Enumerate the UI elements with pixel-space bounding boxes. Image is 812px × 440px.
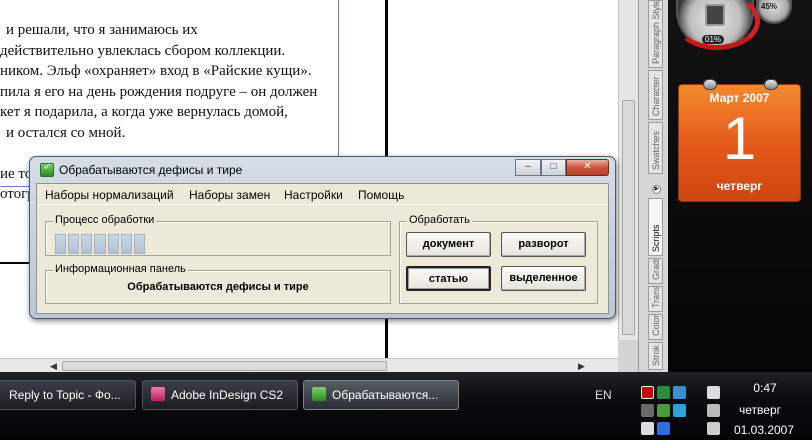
menu-settings[interactable]: Настройки xyxy=(284,188,343,202)
info-status-text: Обрабатываются дефисы и тире xyxy=(127,281,309,293)
tab-swatches[interactable]: Swatches xyxy=(648,122,663,174)
cpu-chip-icon xyxy=(705,4,725,26)
scroll-right-icon[interactable]: ▶ xyxy=(578,361,585,371)
panel-expand-icon[interactable]: ▶ xyxy=(652,185,661,194)
desktop: и решали, что я занимаюсь их действитель… xyxy=(0,0,812,440)
text-line: и решали, что я занимаюсь их xyxy=(6,22,198,38)
calendar-month: Март 2007 xyxy=(709,91,770,105)
tab-color[interactable]: Color xyxy=(648,314,663,340)
network-icon[interactable] xyxy=(657,386,670,399)
minimize-button[interactable]: – xyxy=(515,159,541,176)
ati-icon[interactable] xyxy=(641,386,654,399)
system-tray xyxy=(641,382,721,440)
app-check-icon xyxy=(312,387,326,401)
processing-dialog: Обрабатываются дефисы и тире – □ ✕ Набор… xyxy=(29,156,616,319)
monitor-icon[interactable] xyxy=(641,404,654,417)
indesign-icon xyxy=(151,387,165,401)
process-story-button[interactable]: статью xyxy=(406,266,491,291)
taskbar-item-dialog[interactable]: Обрабатываются... xyxy=(303,380,459,410)
text-line: кет я подарила, а когда уже вернулась до… xyxy=(0,104,288,120)
horizontal-scrollbar[interactable]: ◀ ▶ xyxy=(0,358,618,372)
progress-group-label: Процесс обработки xyxy=(53,214,157,226)
calendar-weekday: четверг xyxy=(716,179,763,193)
calendar-gadget[interactable]: Март 2007 1 четверг xyxy=(678,79,801,202)
taskbar: Reply to Topic - Фо... Adobe InDesign CS… xyxy=(0,372,812,440)
text-line: пила я его на день рождения подруге – он… xyxy=(0,83,318,100)
cpu-meter-gadget[interactable]: 01% xyxy=(674,0,760,50)
process-spread-button[interactable]: разворот xyxy=(501,232,586,257)
text-line: действительно увлеклась сбором коллекции… xyxy=(0,42,286,59)
progress-bar xyxy=(55,234,145,254)
maximize-button[interactable]: □ xyxy=(541,159,566,176)
dialog-title: Обрабатываются дефисы и тире xyxy=(59,163,243,177)
progress-group: Процесс обработки xyxy=(45,214,391,256)
clock-weekday[interactable]: четверг xyxy=(732,403,788,417)
tab-stroke[interactable]: Strok xyxy=(648,342,663,370)
app-check-icon xyxy=(40,162,54,177)
panel-dock: Paragraph Styles Character Swatches ▶ Sc… xyxy=(638,0,668,372)
calendar-ring-icon xyxy=(703,79,717,90)
close-button[interactable]: ✕ xyxy=(566,159,609,176)
scroll-corner xyxy=(618,340,638,372)
tab-scripts[interactable]: Scripts xyxy=(648,198,663,256)
info-group-label: Информационная панель xyxy=(53,263,188,275)
taskbar-item-indesign[interactable]: Adobe InDesign CS2 xyxy=(142,380,298,410)
dialog-body: Наборы нормализаций Наборы замен Настрой… xyxy=(36,183,609,314)
memory-meter-gadget[interactable]: 45% xyxy=(756,0,792,24)
memory-percent: 45% xyxy=(761,2,778,11)
clock-time[interactable]: 0:47 xyxy=(740,381,790,395)
cpu-percent: 01% xyxy=(702,35,725,44)
volume-icon[interactable] xyxy=(707,422,720,435)
tab-transform[interactable]: Trans xyxy=(648,286,663,312)
windows-sidebar: 01% 45% Март 2007 1 четверг xyxy=(668,0,812,372)
process-group: Обработать документ разворот статью выде… xyxy=(399,214,598,304)
tray-app-icon[interactable] xyxy=(641,422,654,435)
text-line: и остался со мной. xyxy=(6,124,126,141)
menu-normalization-sets[interactable]: Наборы нормализаций xyxy=(45,188,174,202)
update-icon[interactable] xyxy=(673,404,686,417)
calendar-day: 1 xyxy=(722,105,757,172)
usb-icon[interactable] xyxy=(707,404,720,417)
info-group: Информационная панель Обрабатываются деф… xyxy=(45,263,391,304)
process-document-button[interactable]: документ xyxy=(406,232,491,257)
calendar-ring-icon xyxy=(764,79,778,90)
horizontal-scroll-thumb[interactable] xyxy=(62,361,387,371)
menu-bar: Наборы нормализаций Наборы замен Настрой… xyxy=(37,184,608,205)
process-selection-button[interactable]: выделенное xyxy=(501,266,586,291)
power-icon[interactable] xyxy=(707,386,720,399)
dialog-titlebar[interactable]: Обрабатываются дефисы и тире xyxy=(40,162,420,180)
language-indicator[interactable]: EN xyxy=(595,388,612,402)
menu-help[interactable]: Помощь xyxy=(358,188,404,202)
scroll-left-icon[interactable]: ◀ xyxy=(50,361,57,371)
tab-character[interactable]: Character xyxy=(648,70,663,120)
clock-date[interactable]: 01.03.2007 xyxy=(732,423,796,437)
security-icon[interactable] xyxy=(657,404,670,417)
process-group-label: Обработать xyxy=(407,214,472,226)
taskbar-item-browser[interactable]: Reply to Topic - Фо... xyxy=(0,380,136,410)
bluetooth-icon[interactable] xyxy=(657,422,670,435)
menu-replacement-sets[interactable]: Наборы замен xyxy=(189,188,270,202)
vertical-scrollbar[interactable] xyxy=(618,0,638,340)
tab-paragraph-styles[interactable]: Paragraph Styles xyxy=(648,0,663,68)
tab-gradient[interactable]: Gradi xyxy=(648,258,663,284)
vertical-scroll-thumb[interactable] xyxy=(622,100,635,335)
text-line: ником. Эльф «охраняет» вход в «Райские к… xyxy=(0,63,312,79)
messenger-icon[interactable] xyxy=(673,386,686,399)
